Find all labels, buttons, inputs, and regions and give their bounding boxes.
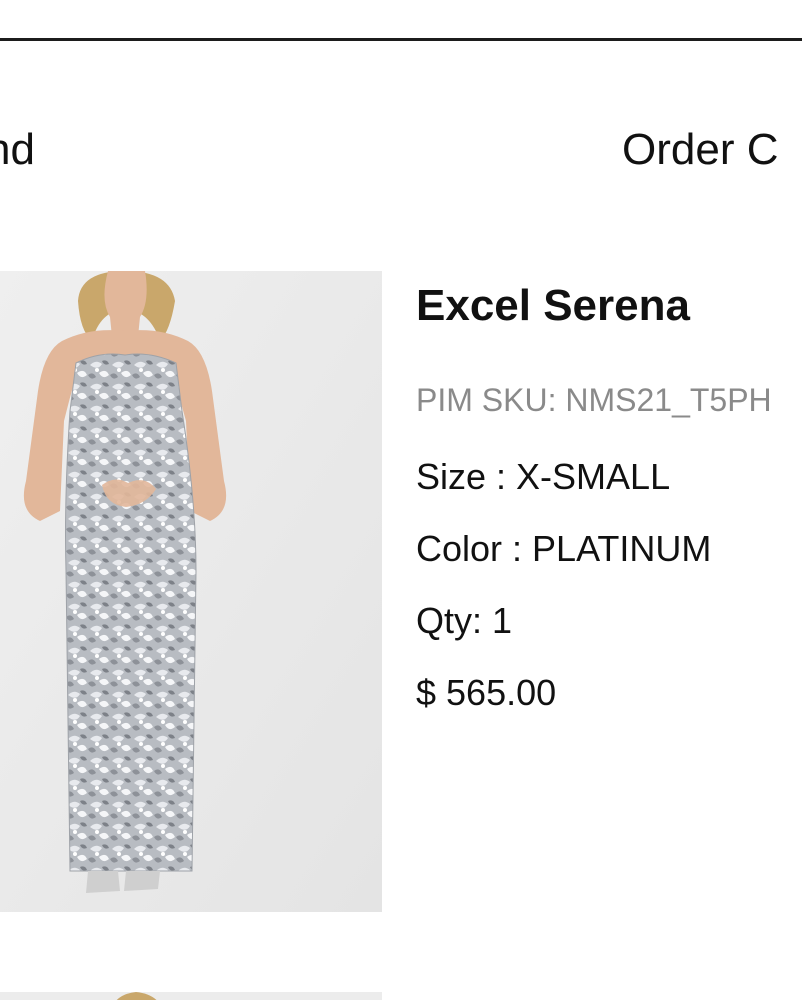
header-divider <box>0 38 802 41</box>
product-sku: PIM SKU: NMS21_T5PH <box>416 382 772 418</box>
product-price: $ 565.00 <box>416 672 557 713</box>
product-image[interactable] <box>0 271 382 912</box>
product-size: Size : X-SMALL <box>416 456 671 497</box>
product-name[interactable]: Excel Serena <box>416 276 802 336</box>
product-color: Color : PLATINUM <box>416 528 712 569</box>
order-details-page: nd Order C <box>0 0 802 1000</box>
column-heading-order: Order C <box>622 125 779 174</box>
column-heading-left: nd <box>0 125 35 174</box>
product-image-secondary[interactable] <box>0 992 382 1000</box>
top-bar <box>0 0 802 38</box>
product-quantity: Qty: 1 <box>416 600 513 641</box>
gown-illustration <box>0 271 382 912</box>
next-item-preview <box>0 992 382 1000</box>
product-details: Excel Serena PIM SKU: NMS21_T5PH Size : … <box>416 276 802 713</box>
